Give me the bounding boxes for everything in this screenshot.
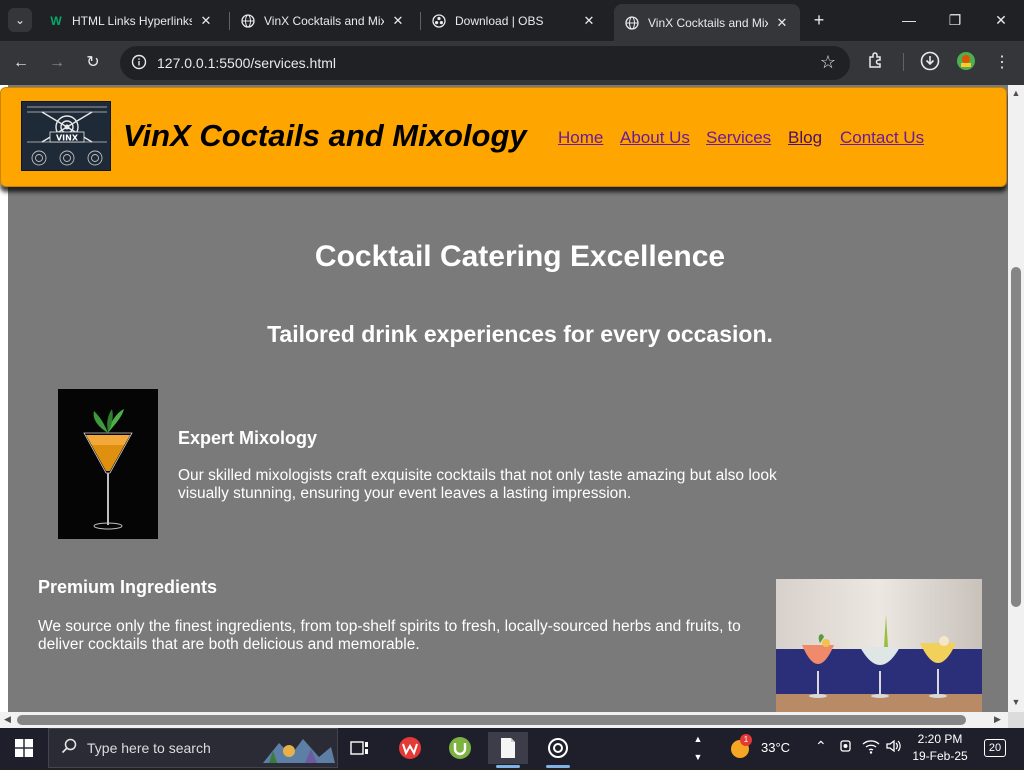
service-text-premium-ingredients: We source only the finest ingredients, f… xyxy=(38,618,741,653)
nav-blog[interactable]: Blog xyxy=(788,128,822,148)
logo-text: VINX xyxy=(56,134,79,143)
tab-search-button[interactable]: ⌄ xyxy=(8,8,32,32)
tab-vinx-active[interactable]: VinX Cocktails and Mix ✕ xyxy=(614,4,800,41)
download-icon[interactable] xyxy=(918,51,942,75)
tab-strip: ⌄ W HTML Links Hyperlinks ✕ VinX Cocktai… xyxy=(0,0,1024,41)
back-button[interactable]: ← xyxy=(8,50,34,76)
close-tab-icon[interactable]: ✕ xyxy=(581,13,597,29)
wifi-icon[interactable] xyxy=(862,738,880,757)
search-highlight-image xyxy=(259,733,335,770)
browser-toolbar: ← → ↻ 127.0.0.1:5500/services.html ☆ ⋮ xyxy=(0,41,1024,85)
close-tab-icon[interactable]: ✕ xyxy=(198,13,214,29)
windows-taskbar: Type here to search ▲ ▼ 1 33°C ⌃ 2:20 PM… xyxy=(0,728,1024,768)
notification-center-button[interactable]: 20 xyxy=(984,739,1006,757)
utorrent-icon[interactable] xyxy=(440,732,480,764)
address-bar[interactable]: 127.0.0.1:5500/services.html ☆ xyxy=(120,46,850,80)
nav-services[interactable]: Services xyxy=(706,128,771,148)
vertical-scroll-thumb[interactable] xyxy=(1011,267,1021,607)
extensions-icon[interactable] xyxy=(864,51,888,75)
site-title: VinX Coctails and Mixology xyxy=(123,118,527,153)
page-subheading: Tailored drink experiences for every occ… xyxy=(267,321,773,347)
clock-time: 2:20 PM xyxy=(917,732,963,746)
tab-title: Download | OBS xyxy=(455,13,544,28)
system-clock[interactable]: 2:20 PM 19-Feb-25 xyxy=(910,731,970,765)
globe-icon xyxy=(240,13,256,29)
globe-icon xyxy=(624,15,640,31)
tab-title: VinX Cocktails and Mix xyxy=(264,13,384,28)
close-tab-icon[interactable]: ✕ xyxy=(774,15,790,31)
page-viewport: VINX VinX Coctails and Mixology Home Abo… xyxy=(0,85,1008,712)
scrollbar-corner xyxy=(1008,712,1024,728)
notepad-icon[interactable] xyxy=(488,732,528,768)
wps-office-icon[interactable] xyxy=(390,732,430,764)
tab-obs[interactable]: Download | OBS ✕ xyxy=(421,6,607,35)
clock-date: 19-Feb-25 xyxy=(912,749,968,763)
reload-button[interactable]: ↻ xyxy=(80,50,106,76)
close-window-button[interactable]: ✕ xyxy=(978,0,1024,40)
site-header: VINX VinX Coctails and Mixology Home Abo… xyxy=(0,87,1007,187)
menu-kebab-icon[interactable]: ⋮ xyxy=(990,51,1014,75)
horizontal-scrollbar[interactable]: ◀ ▶ xyxy=(0,712,1008,728)
scroll-right-arrow[interactable]: ▶ xyxy=(994,714,1001,725)
weather-temperature[interactable]: 33°C xyxy=(761,740,790,755)
scroll-down-arrow[interactable]: ▼ xyxy=(1011,697,1021,707)
new-tab-button[interactable]: + xyxy=(808,8,830,32)
tab-title: HTML Links Hyperlinks xyxy=(72,13,192,28)
nav-contact-us[interactable]: Contact Us xyxy=(840,128,924,148)
profile-avatar[interactable] xyxy=(954,51,978,75)
maximize-button[interactable]: ❐ xyxy=(932,0,978,40)
weather-badge: 1 xyxy=(740,734,752,746)
url-text[interactable]: 127.0.0.1:5500/services.html xyxy=(157,46,336,80)
tab-html-links[interactable]: W HTML Links Hyperlinks ✕ xyxy=(38,6,224,35)
forward-button[interactable]: → xyxy=(44,50,70,76)
bookmark-star-icon[interactable]: ☆ xyxy=(820,52,836,73)
close-tab-icon[interactable]: ✕ xyxy=(390,13,406,29)
chevron-up-icon[interactable]: ⌃ xyxy=(815,738,827,755)
scroll-left-arrow[interactable]: ◀ xyxy=(4,714,11,725)
search-placeholder: Type here to search xyxy=(87,740,211,756)
page-heading: Cocktail Catering Excellence xyxy=(314,240,726,273)
windows-logo-icon xyxy=(15,739,33,757)
volume-icon[interactable] xyxy=(885,738,903,757)
horizontal-scroll-thumb[interactable] xyxy=(17,715,966,725)
tab-vinx-1[interactable]: VinX Cocktails and Mix ✕ xyxy=(230,6,416,35)
meet-now-icon[interactable] xyxy=(838,738,854,757)
w3schools-icon: W xyxy=(50,13,62,28)
taskbar-scroll-arrows[interactable]: ▲ ▼ xyxy=(690,730,706,766)
service-text-expert-mixology: Our skilled mixologists craft exquisite … xyxy=(178,467,777,502)
nav-about-us[interactable]: About Us xyxy=(620,128,690,148)
weather-icon[interactable]: 1 xyxy=(730,734,754,765)
minimize-button[interactable]: — xyxy=(886,0,932,40)
service-title-premium-ingredients: Premium Ingredients xyxy=(38,577,218,597)
scroll-up-arrow[interactable]: ▲ xyxy=(1011,88,1021,98)
site-info-icon[interactable] xyxy=(130,54,148,72)
service-title-expert-mixology: Expert Mixology xyxy=(178,428,318,448)
obs-icon xyxy=(431,13,447,29)
taskbar-search[interactable]: Type here to search xyxy=(48,728,338,768)
site-logo[interactable]: VINX xyxy=(21,101,111,171)
martini-cocktail-image xyxy=(58,389,158,539)
obs-studio-icon[interactable] xyxy=(538,732,578,768)
task-view-icon[interactable] xyxy=(340,732,380,764)
tab-title: VinX Cocktails and Mix xyxy=(648,15,768,30)
windows-start-button[interactable] xyxy=(0,728,48,768)
nav-home[interactable]: Home xyxy=(558,128,603,148)
three-cocktails-image xyxy=(776,579,982,712)
search-icon xyxy=(61,738,79,759)
vertical-scrollbar[interactable]: ▲ ▼ xyxy=(1008,85,1024,712)
